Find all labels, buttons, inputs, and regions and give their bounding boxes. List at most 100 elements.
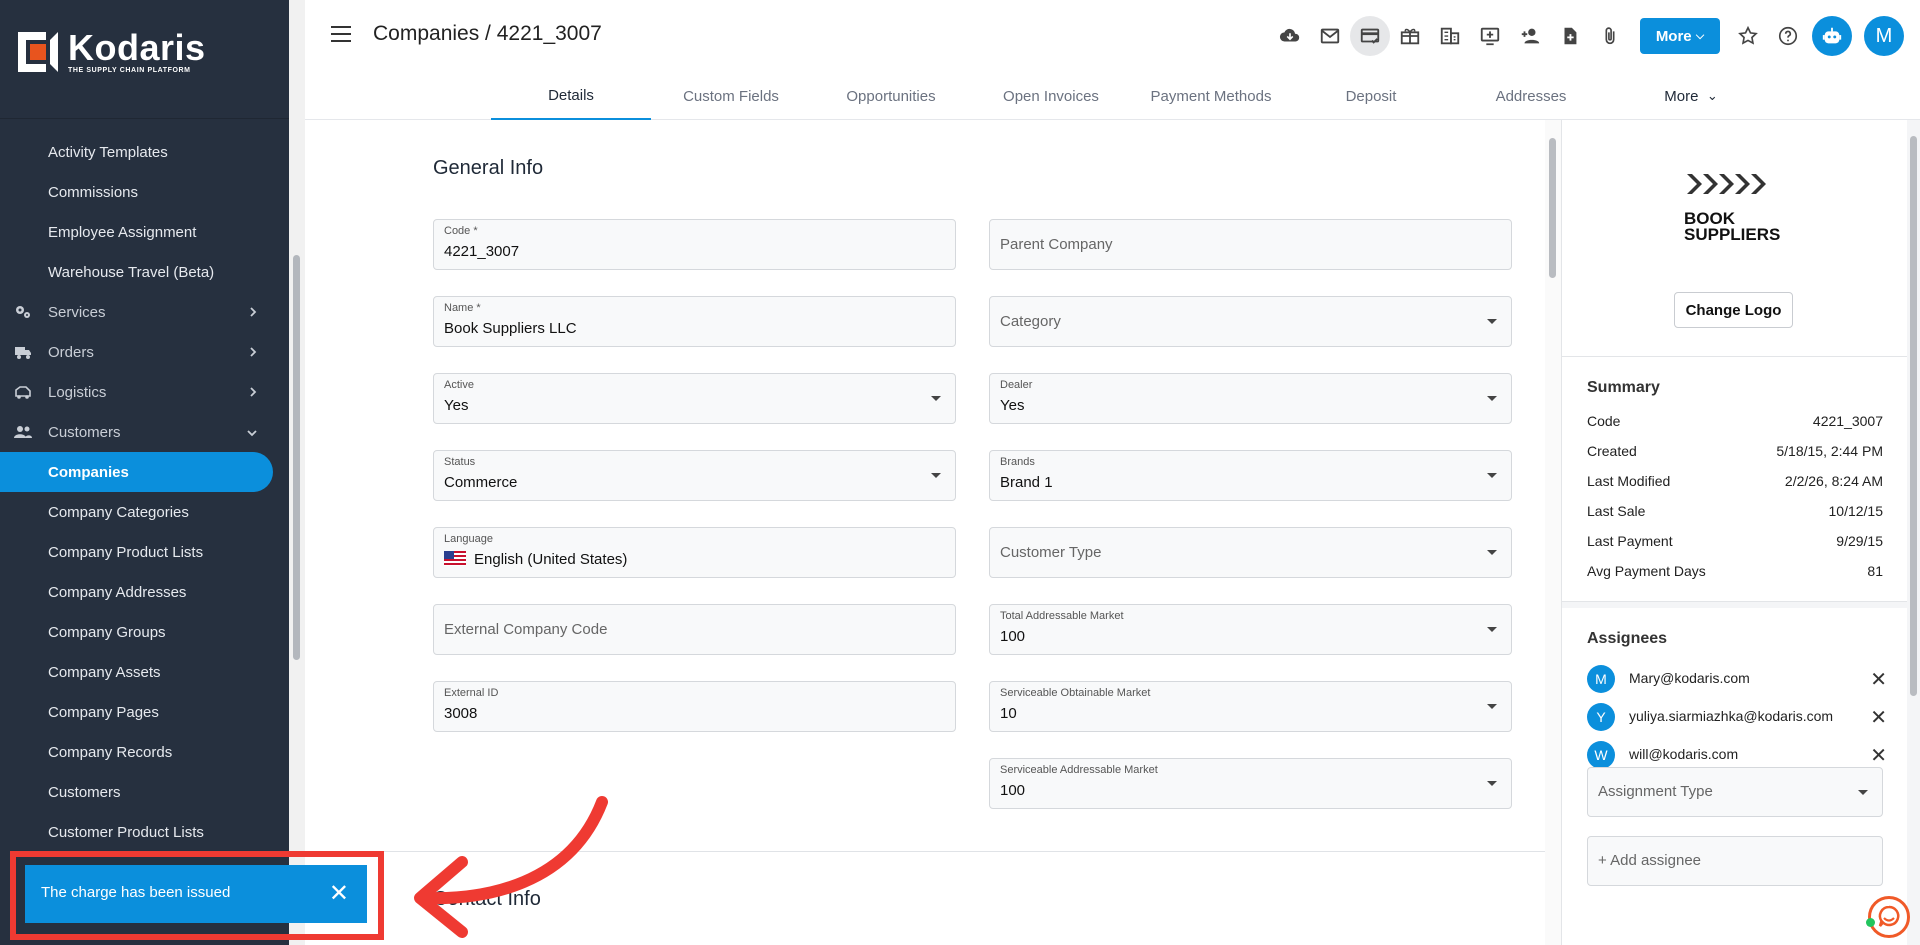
robot-icon[interactable]	[1812, 16, 1852, 56]
code-value: 4221_3007	[444, 243, 520, 260]
external-id-field[interactable]: External ID 3008	[433, 681, 956, 732]
sidebar-item-commissions[interactable]: Commissions	[0, 172, 276, 212]
menu-icon[interactable]	[331, 26, 351, 42]
tab-deposit[interactable]: Deposit	[1291, 72, 1451, 120]
sidebar-item-employee-assignment[interactable]: Employee Assignment	[0, 212, 276, 252]
more-button[interactable]: More ⌵	[1640, 18, 1720, 54]
dropdown-caret-icon	[931, 473, 941, 478]
sidebar-item-label: Commissions	[48, 183, 139, 201]
tab-payment-methods[interactable]: Payment Methods	[1131, 72, 1291, 120]
tab-opportunities[interactable]: Opportunities	[811, 72, 971, 120]
language-field[interactable]: Language English (United States)	[433, 527, 956, 578]
assignee-row: Yyuliya.siarmiazhka@kodaris.com ✕	[1587, 701, 1887, 731]
kodaris-logo[interactable]: Kodaris THE SUPPLY CHAIN PLATFORM	[16, 30, 206, 74]
add-to-screen-icon[interactable]	[1470, 16, 1510, 56]
status-label: Status	[444, 456, 476, 468]
active-select[interactable]: Active Yes	[433, 373, 956, 424]
serviceable-addressable-market-select[interactable]: Serviceable Addressable Market 100	[989, 758, 1512, 809]
panel-scrollbar-thumb[interactable]	[1910, 136, 1917, 696]
summary-value: 81	[1867, 563, 1883, 579]
sidebar-item-services[interactable]: Services	[0, 292, 276, 332]
chat-widget-icon[interactable]	[1868, 896, 1910, 938]
sidebar-item-label: Customer Product Lists	[48, 823, 204, 841]
sidebar-item-customers[interactable]: Customers	[0, 412, 276, 452]
summary-row-last-modified: Last Modified 2/2/26, 8:24 AM	[1587, 473, 1883, 495]
add-file-icon[interactable]	[1550, 16, 1590, 56]
assignment-type-placeholder: Assignment Type	[1598, 783, 1713, 800]
sidebar-item-company-groups[interactable]: Company Groups	[0, 612, 276, 652]
summary-key: Last Sale	[1587, 503, 1646, 519]
mail-icon[interactable]	[1310, 16, 1350, 56]
summary-key: Last Modified	[1587, 473, 1671, 489]
gift-icon[interactable]	[1390, 16, 1430, 56]
serviceable-obtainable-market-value: 10	[1000, 705, 1017, 722]
sidebar-item-company-addresses[interactable]: Company Addresses	[0, 572, 276, 612]
close-icon[interactable]: ✕	[329, 879, 349, 908]
customer-type-select[interactable]: Customer Type	[989, 527, 1512, 578]
right-panel: BOOK SUPPLIERS Change Logo Summary Code 4…	[1561, 120, 1920, 945]
cloud-download-icon[interactable]	[1270, 16, 1310, 56]
sidebar-item-customer-product-lists[interactable]: Customer Product Lists	[0, 812, 276, 852]
general-info-title: General Info	[433, 157, 544, 179]
tab-addresses[interactable]: Addresses	[1451, 72, 1611, 120]
sidebar-item-company-categories[interactable]: Company Categories	[0, 492, 276, 532]
toast-notification: The charge has been issued ✕	[25, 865, 367, 923]
close-icon[interactable]: ✕	[1870, 705, 1887, 730]
panel-scrollbar[interactable]	[1906, 120, 1920, 945]
tab-open-invoices[interactable]: Open Invoices	[971, 72, 1131, 120]
summary-value: 2/2/26, 8:24 AM	[1784, 473, 1883, 489]
dealer-select[interactable]: Dealer Yes	[989, 373, 1512, 424]
parent-company-placeholder: Parent Company	[1000, 236, 1113, 253]
sidebar-item-company-pages[interactable]: Company Pages	[0, 692, 276, 732]
parent-company-field[interactable]: Parent Company	[989, 219, 1512, 270]
people-icon	[14, 424, 32, 440]
sidebar-item-activity-templates[interactable]: Activity Templates	[0, 132, 276, 172]
user-avatar[interactable]: M	[1864, 16, 1904, 56]
tab-details[interactable]: Details	[491, 72, 651, 120]
code-field[interactable]: Code * 4221_3007	[433, 219, 956, 270]
status-select[interactable]: Status Commerce	[433, 450, 956, 501]
sidebar-scrollbar-thumb[interactable]	[293, 255, 300, 660]
summary-row-last-payment: Last Payment 9/29/15	[1587, 533, 1883, 555]
sidebar-item-company-assets[interactable]: Company Assets	[0, 652, 276, 692]
total-addressable-market-select[interactable]: Total Addressable Market 100	[989, 604, 1512, 655]
main-scrollbar[interactable]	[1545, 120, 1561, 945]
star-icon[interactable]	[1728, 16, 1768, 56]
sidebar-item-customers[interactable]: Customers	[0, 772, 276, 812]
assignment-type-select[interactable]: Assignment Type	[1587, 767, 1883, 817]
sidebar-item-company-product-lists[interactable]: Company Product Lists	[0, 532, 276, 572]
help-icon[interactable]	[1768, 16, 1808, 56]
language-display: English (United States)	[444, 551, 627, 568]
add-person-icon[interactable]	[1510, 16, 1550, 56]
building-icon[interactable]	[1430, 16, 1470, 56]
sidebar-item-logistics[interactable]: Logistics	[0, 372, 276, 412]
toast-message: The charge has been issued	[41, 884, 231, 901]
category-select[interactable]: Category	[989, 296, 1512, 347]
assignee-avatar: W	[1587, 741, 1615, 769]
change-logo-button[interactable]: Change Logo	[1674, 292, 1793, 328]
external-company-code-field[interactable]: External Company Code	[433, 604, 956, 655]
tab-custom-fields[interactable]: Custom Fields	[651, 72, 811, 120]
add-assignee-input[interactable]: + Add assignee	[1587, 836, 1883, 886]
close-icon[interactable]: ✕	[1870, 667, 1887, 692]
tab-more[interactable]: More ⌄	[1611, 72, 1771, 120]
code-label: Code *	[444, 225, 478, 237]
chevron-right-icon	[248, 305, 258, 321]
summary-key: Code	[1587, 413, 1621, 429]
tab-bar: Details Custom Fields Opportunities Open…	[305, 72, 1920, 120]
sidebar-item-orders[interactable]: Orders	[0, 332, 276, 372]
sidebar-item-company-records[interactable]: Company Records	[0, 732, 276, 772]
sidebar-item-warehouse-travel-beta[interactable]: Warehouse Travel (Beta)	[0, 252, 276, 292]
top-bar: Companies / 4221_3007 More ⌵ M	[305, 0, 1920, 72]
main-scrollbar-thumb[interactable]	[1549, 138, 1556, 278]
sidebar-item-label: Company Pages	[48, 703, 159, 721]
dealer-value: Yes	[1000, 397, 1025, 414]
serviceable-obtainable-market-select[interactable]: Serviceable Obtainable Market 10	[989, 681, 1512, 732]
truck-icon	[14, 344, 32, 360]
sidebar-item-companies[interactable]: Companies	[0, 452, 273, 492]
name-field[interactable]: Name * Book Suppliers LLC	[433, 296, 956, 347]
payment-card-icon[interactable]	[1350, 16, 1390, 56]
attachment-icon[interactable]	[1590, 16, 1630, 56]
brands-select[interactable]: Brands Brand 1	[989, 450, 1512, 501]
close-icon[interactable]: ✕	[1870, 743, 1887, 768]
